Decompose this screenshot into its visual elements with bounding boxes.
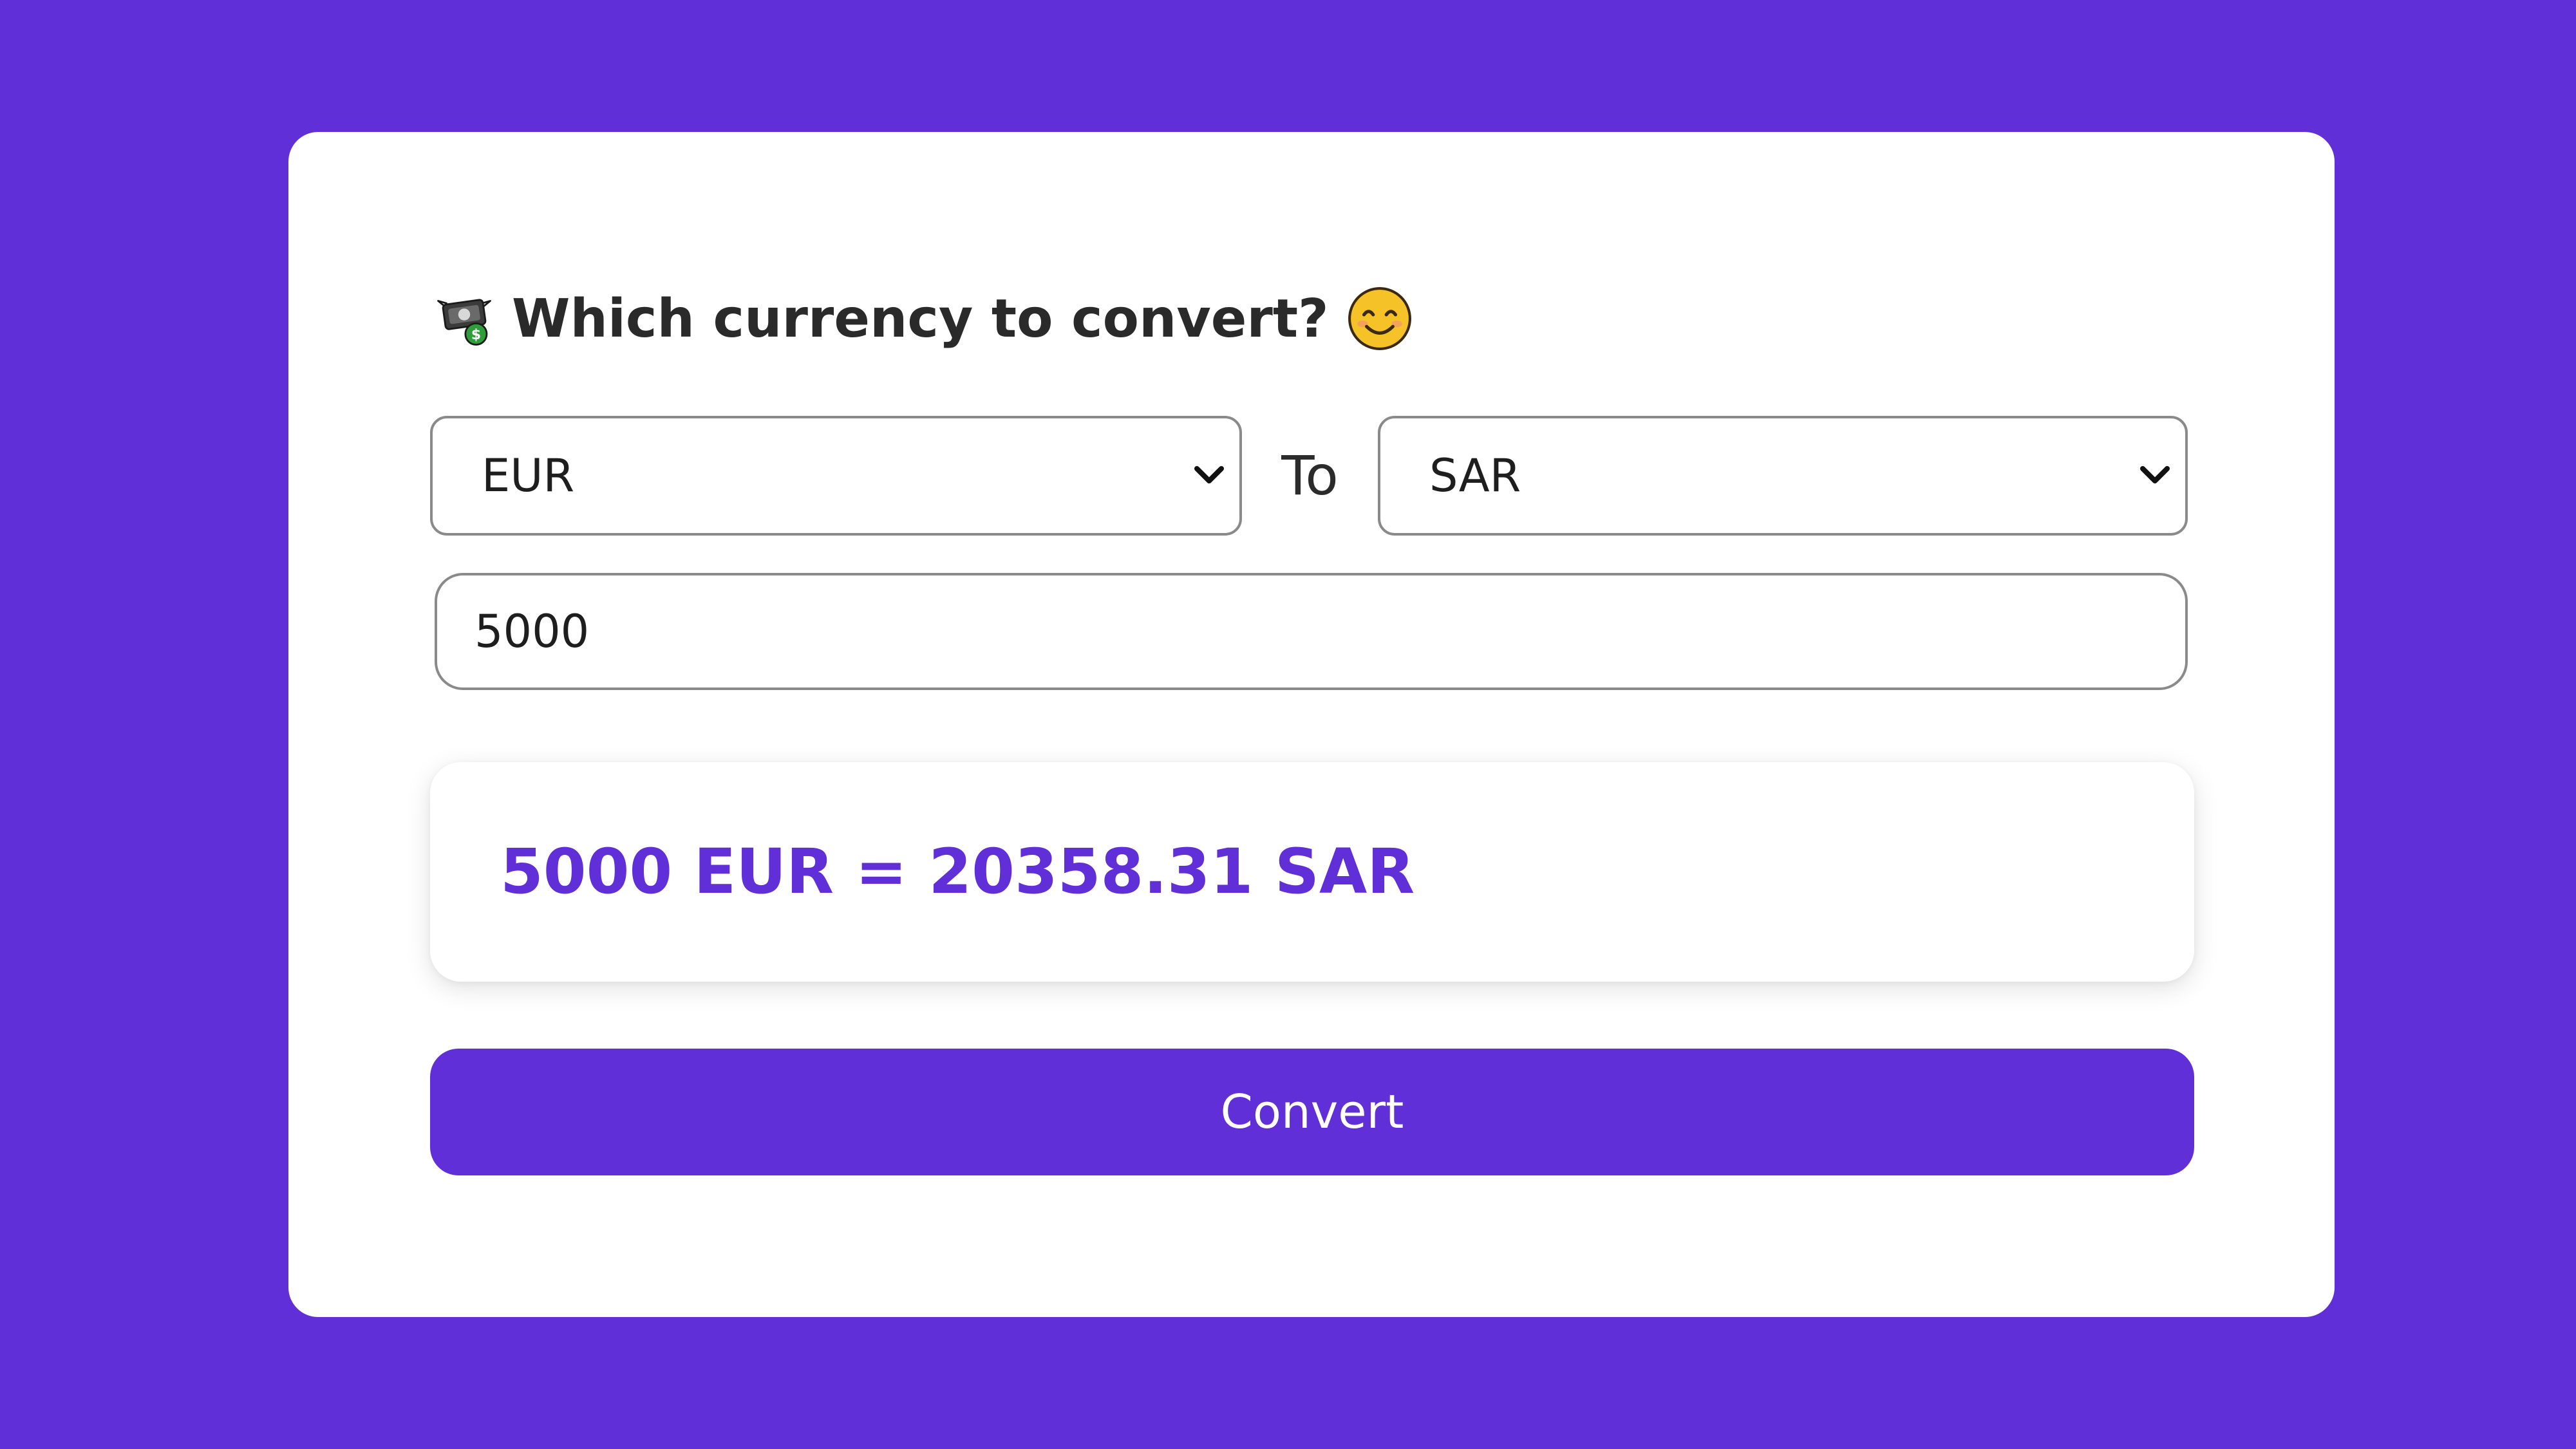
chevron-down-icon: [2140, 466, 2170, 483]
chevron-down-icon: [1194, 466, 1224, 483]
conversion-result: 5000 EUR = 20358.31 SAR: [500, 836, 1415, 908]
from-currency-select[interactable]: EUR: [430, 416, 1242, 536]
from-currency-value: EUR: [482, 449, 575, 502]
smiling-face-icon: [1348, 287, 1411, 350]
to-separator-label: To: [1281, 444, 1339, 507]
amount-input[interactable]: [435, 573, 2188, 690]
money-with-wings-icon: $: [437, 299, 491, 346]
page-heading: $ Which currency to convert?: [435, 280, 1413, 357]
svg-text:$: $: [471, 327, 481, 343]
converter-card: $ Which currency to convert? EUR To SAR …: [288, 132, 2335, 1317]
to-currency-select[interactable]: SAR: [1378, 416, 2188, 536]
heading-title: Which currency to convert?: [512, 288, 1329, 350]
convert-button[interactable]: Convert: [430, 1049, 2194, 1175]
to-currency-value: SAR: [1429, 449, 1521, 502]
result-panel: 5000 EUR = 20358.31 SAR: [430, 762, 2194, 982]
